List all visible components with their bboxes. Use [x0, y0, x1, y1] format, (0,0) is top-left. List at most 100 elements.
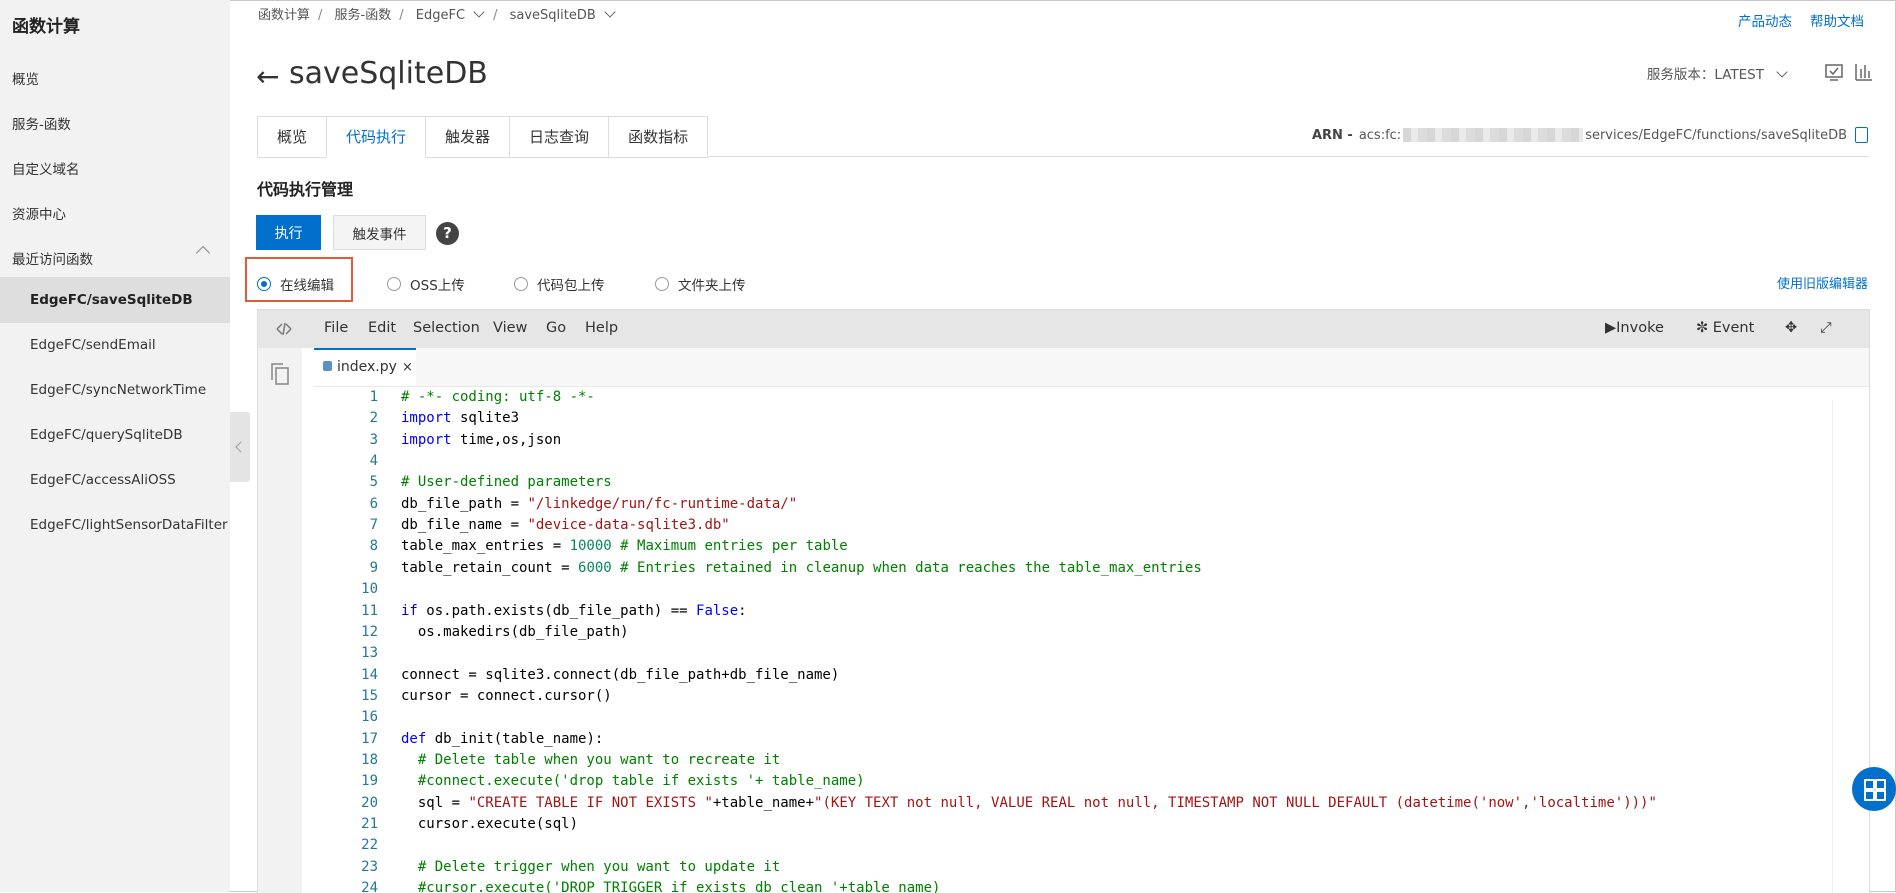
sidebar-item-overview[interactable]: 概览	[12, 68, 39, 88]
recent-function-item[interactable]: EdgeFC/lightSensorDataFilter	[0, 502, 230, 548]
arn-prefix: acs:fc:	[1358, 127, 1402, 143]
code-token: sql =	[401, 794, 469, 811]
tab-overview[interactable]: 概览	[257, 116, 327, 158]
radio-label: 在线编辑	[280, 278, 334, 294]
invoke-button[interactable]: ▶Invoke	[1605, 320, 1664, 336]
line-number: 14	[361, 666, 378, 683]
bar-chart-icon[interactable]	[1854, 62, 1874, 82]
recent-function-item[interactable]: EdgeFC/syncNetworkTime	[0, 367, 230, 413]
sidebar-item-resource-center[interactable]: 资源中心	[12, 203, 66, 223]
sidebar-item-recent[interactable]: 最近访问函数	[12, 248, 93, 268]
breadcrumb-item[interactable]: EdgeFC	[416, 8, 465, 23]
code-line[interactable]: 13	[314, 643, 1869, 664]
sidebar-item-custom-domain[interactable]: 自定义域名	[12, 158, 80, 178]
code-line[interactable]: 1 # -*- coding: utf-8 -*-	[314, 387, 1869, 408]
code-token: :	[738, 602, 747, 619]
monitor-icon[interactable]	[1824, 62, 1844, 82]
menu-edit[interactable]: Edit	[368, 320, 396, 336]
explorer-files-icon[interactable]	[270, 362, 290, 386]
move-icon[interactable]: ✥	[1785, 320, 1797, 336]
sidebar-item-services[interactable]: 服务-函数	[12, 113, 71, 133]
code-token: # Delete table when you want to recreate…	[401, 751, 781, 768]
close-icon[interactable]: ×	[402, 350, 413, 385]
breadcrumb-item[interactable]: 函数计算	[258, 8, 310, 23]
code-line[interactable]: 16	[314, 707, 1869, 728]
code-line[interactable]: 22	[314, 835, 1869, 856]
back-arrow-icon[interactable]: ←	[256, 60, 279, 93]
code-line[interactable]: 14 connect = sqlite3.connect(db_file_path…	[314, 665, 1869, 686]
code-line[interactable]: 9 table_retain_count = 6000 # Entries ret…	[314, 558, 1869, 579]
file-tab-index-py[interactable]: index.py ×	[314, 348, 416, 386]
breadcrumb-item[interactable]: 服务-函数	[335, 8, 392, 23]
code-line[interactable]: 18 # Delete table when you want to recre…	[314, 750, 1869, 771]
tab-log-query[interactable]: 日志查询	[509, 116, 609, 158]
line-number: 18	[361, 751, 378, 768]
code-token: cursor = connect.cursor()	[401, 687, 612, 704]
radio-dot	[514, 277, 528, 291]
code-line[interactable]: 23 # Delete trigger when you want to upd…	[314, 857, 1869, 878]
code-line[interactable]: 12 os.makedirs(db_file_path)	[314, 622, 1869, 643]
sidebar-collapse-handle[interactable]	[230, 412, 250, 482]
radio-label: 文件夹上传	[678, 278, 746, 294]
menu-file[interactable]: File	[324, 320, 348, 336]
recent-function-item[interactable]: EdgeFC/querySqliteDB	[0, 412, 230, 458]
copy-icon[interactable]	[1855, 127, 1868, 143]
menu-selection[interactable]: Selection	[413, 320, 480, 336]
radio-oss-upload[interactable]: OSS上传	[387, 274, 465, 294]
radio-package-upload[interactable]: 代码包上传	[514, 274, 605, 294]
menu-help[interactable]: Help	[585, 320, 618, 336]
code-line[interactable]: 11 if os.path.exists(db_file_path) == Fal…	[314, 601, 1869, 622]
menu-view[interactable]: View	[493, 320, 527, 336]
help-docs-link[interactable]: 帮助文档	[1810, 14, 1864, 30]
breadcrumb-item[interactable]: saveSqliteDB	[510, 8, 596, 23]
menu-go[interactable]: Go	[546, 320, 566, 336]
radio-folder-upload[interactable]: 文件夹上传	[655, 274, 746, 294]
line-number: 3	[369, 431, 378, 448]
code-line[interactable]: 3 import time,os,json	[314, 430, 1869, 451]
fullscreen-icon[interactable]: ⤢	[1820, 320, 1832, 336]
code-line[interactable]: 17 def db_init(table_name):	[314, 729, 1869, 750]
tab-metrics[interactable]: 函数指标	[608, 116, 709, 158]
code-line[interactable]: 2 import sqlite3	[314, 408, 1869, 429]
trigger-event-button[interactable]: 触发事件	[333, 215, 426, 250]
tab-triggers[interactable]: 触发器	[425, 116, 510, 158]
code-line[interactable]: 8 table_max_entries = 10000 # Maximum ent…	[314, 536, 1869, 557]
version-select[interactable]: 服务版本：LATEST	[1647, 63, 1788, 83]
code-area[interactable]: 1 # -*- coding: utf-8 -*- 2 import sqlite3 3…	[314, 387, 1869, 893]
code-line[interactable]: 5 # User-defined parameters	[314, 472, 1869, 493]
radio-online-edit[interactable]: 在线编辑	[257, 274, 334, 294]
tab-code-execution[interactable]: 代码执行	[326, 116, 426, 158]
code-line[interactable]: 24 #cursor.execute('DROP TRIGGER if exis…	[314, 878, 1869, 893]
execute-button[interactable]: 执行	[256, 215, 321, 250]
code-line[interactable]: 15 cursor = connect.cursor()	[314, 686, 1869, 707]
editor-tabbar: index.py ×	[314, 348, 1869, 387]
chevron-down-icon[interactable]	[604, 6, 616, 18]
product-news-link[interactable]: 产品动态	[1738, 14, 1792, 30]
code-token: os.path.exists(db_file_path) ==	[417, 602, 697, 619]
recent-function-item[interactable]: EdgeFC/accessAliOSS	[0, 457, 230, 503]
code-line[interactable]: 7 db_file_name = "device-data-sqlite3.db"	[314, 515, 1869, 536]
code-line[interactable]: 10	[314, 579, 1869, 600]
old-editor-link[interactable]: 使用旧版编辑器	[1777, 273, 1868, 292]
code-line[interactable]: 19 #connect.execute('drop table if exist…	[314, 771, 1869, 792]
code-line[interactable]: 21 cursor.execute(sql)	[314, 814, 1869, 835]
arn-redacted	[1403, 128, 1584, 142]
apps-grid-icon[interactable]	[1852, 767, 1896, 811]
editor-scrollbar[interactable]	[1832, 400, 1845, 893]
code-line[interactable]: 6 db_file_path = "/linkedge/run/fc-runtim…	[314, 494, 1869, 515]
help-icon[interactable]: ?	[436, 222, 459, 245]
line-number: 24	[361, 880, 378, 893]
event-button[interactable]: ✼ Event	[1696, 320, 1754, 336]
code-token: time,os,json	[451, 431, 562, 448]
radio-dot	[387, 277, 401, 291]
code-line[interactable]: 20 sql = "CREATE TABLE IF NOT EXISTS "+t…	[314, 793, 1869, 814]
code-token: "(KEY TEXT not null, VALUE REAL not null…	[814, 794, 1657, 811]
chevron-down-icon[interactable]	[473, 6, 485, 18]
code-token: db_file_name =	[401, 517, 528, 534]
recent-function-item[interactable]: EdgeFC/sendEmail	[0, 322, 230, 368]
chevron-up-icon[interactable]	[195, 245, 211, 261]
arn-suffix: services/EdgeFC/functions/saveSqliteDB	[1585, 127, 1847, 143]
file-tab-label: index.py	[337, 359, 397, 375]
code-line[interactable]: 4	[314, 451, 1869, 472]
recent-function-item[interactable]: EdgeFC/saveSqliteDB	[0, 277, 230, 323]
